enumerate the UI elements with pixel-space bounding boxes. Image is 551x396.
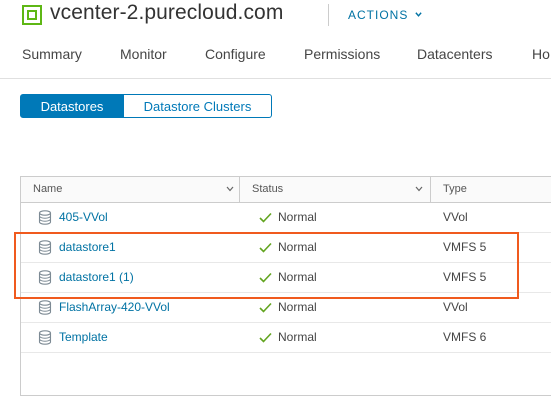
column-header-name[interactable]: Name (33, 177, 62, 202)
datastore-name-link[interactable]: 405-VVol (59, 203, 108, 232)
status-text: Normal (278, 210, 317, 224)
object-tabs: Summary Monitor Configure Permissions Da… (0, 46, 551, 68)
actions-menu-button[interactable]: ACTIONS (348, 8, 422, 22)
column-header-type[interactable]: Type (443, 177, 467, 202)
type-text: VVol (443, 210, 468, 224)
datastore-icon (38, 210, 52, 225)
tab-configure[interactable]: Configure (205, 46, 266, 62)
datastore-name-link[interactable]: Template (59, 323, 108, 352)
column-resize-handle[interactable] (239, 177, 240, 202)
actions-label: ACTIONS (348, 8, 409, 22)
tab-datacenters[interactable]: Datacenters (417, 46, 492, 62)
tab-summary[interactable]: Summary (22, 46, 82, 62)
status-text: Normal (278, 330, 317, 344)
highlight-box (14, 232, 519, 299)
header: vcenter-2.purecloud.com ACTIONS (0, 0, 551, 34)
datastore-clusters-toggle-button[interactable]: Datastore Clusters (124, 94, 272, 118)
page-title: vcenter-2.purecloud.com (50, 1, 284, 24)
vcenter-logo-icon (22, 5, 42, 25)
tab-hosts-clusters[interactable]: Ho (532, 46, 550, 62)
column-resize-handle[interactable] (430, 177, 431, 202)
header-divider (328, 4, 329, 26)
chevron-down-icon[interactable] (226, 186, 234, 192)
grid-header: Name Status Type (21, 177, 551, 203)
check-icon (259, 302, 272, 313)
datastore-icon (38, 300, 52, 315)
table-row[interactable]: 405-VVol Normal VVol (21, 203, 551, 233)
chevron-down-icon (415, 12, 422, 17)
chevron-down-icon[interactable] (415, 186, 423, 192)
datastores-toggle-button[interactable]: Datastores (20, 94, 124, 118)
tab-permissions[interactable]: Permissions (304, 46, 380, 62)
table-row[interactable]: Template Normal VMFS 6 (21, 323, 551, 353)
check-icon (259, 212, 272, 223)
column-header-status[interactable]: Status (252, 177, 283, 202)
check-icon (259, 332, 272, 343)
tab-monitor[interactable]: Monitor (120, 46, 167, 62)
datastore-icon (38, 330, 52, 345)
type-text: VMFS 6 (443, 330, 487, 344)
tabs-divider (0, 78, 551, 79)
